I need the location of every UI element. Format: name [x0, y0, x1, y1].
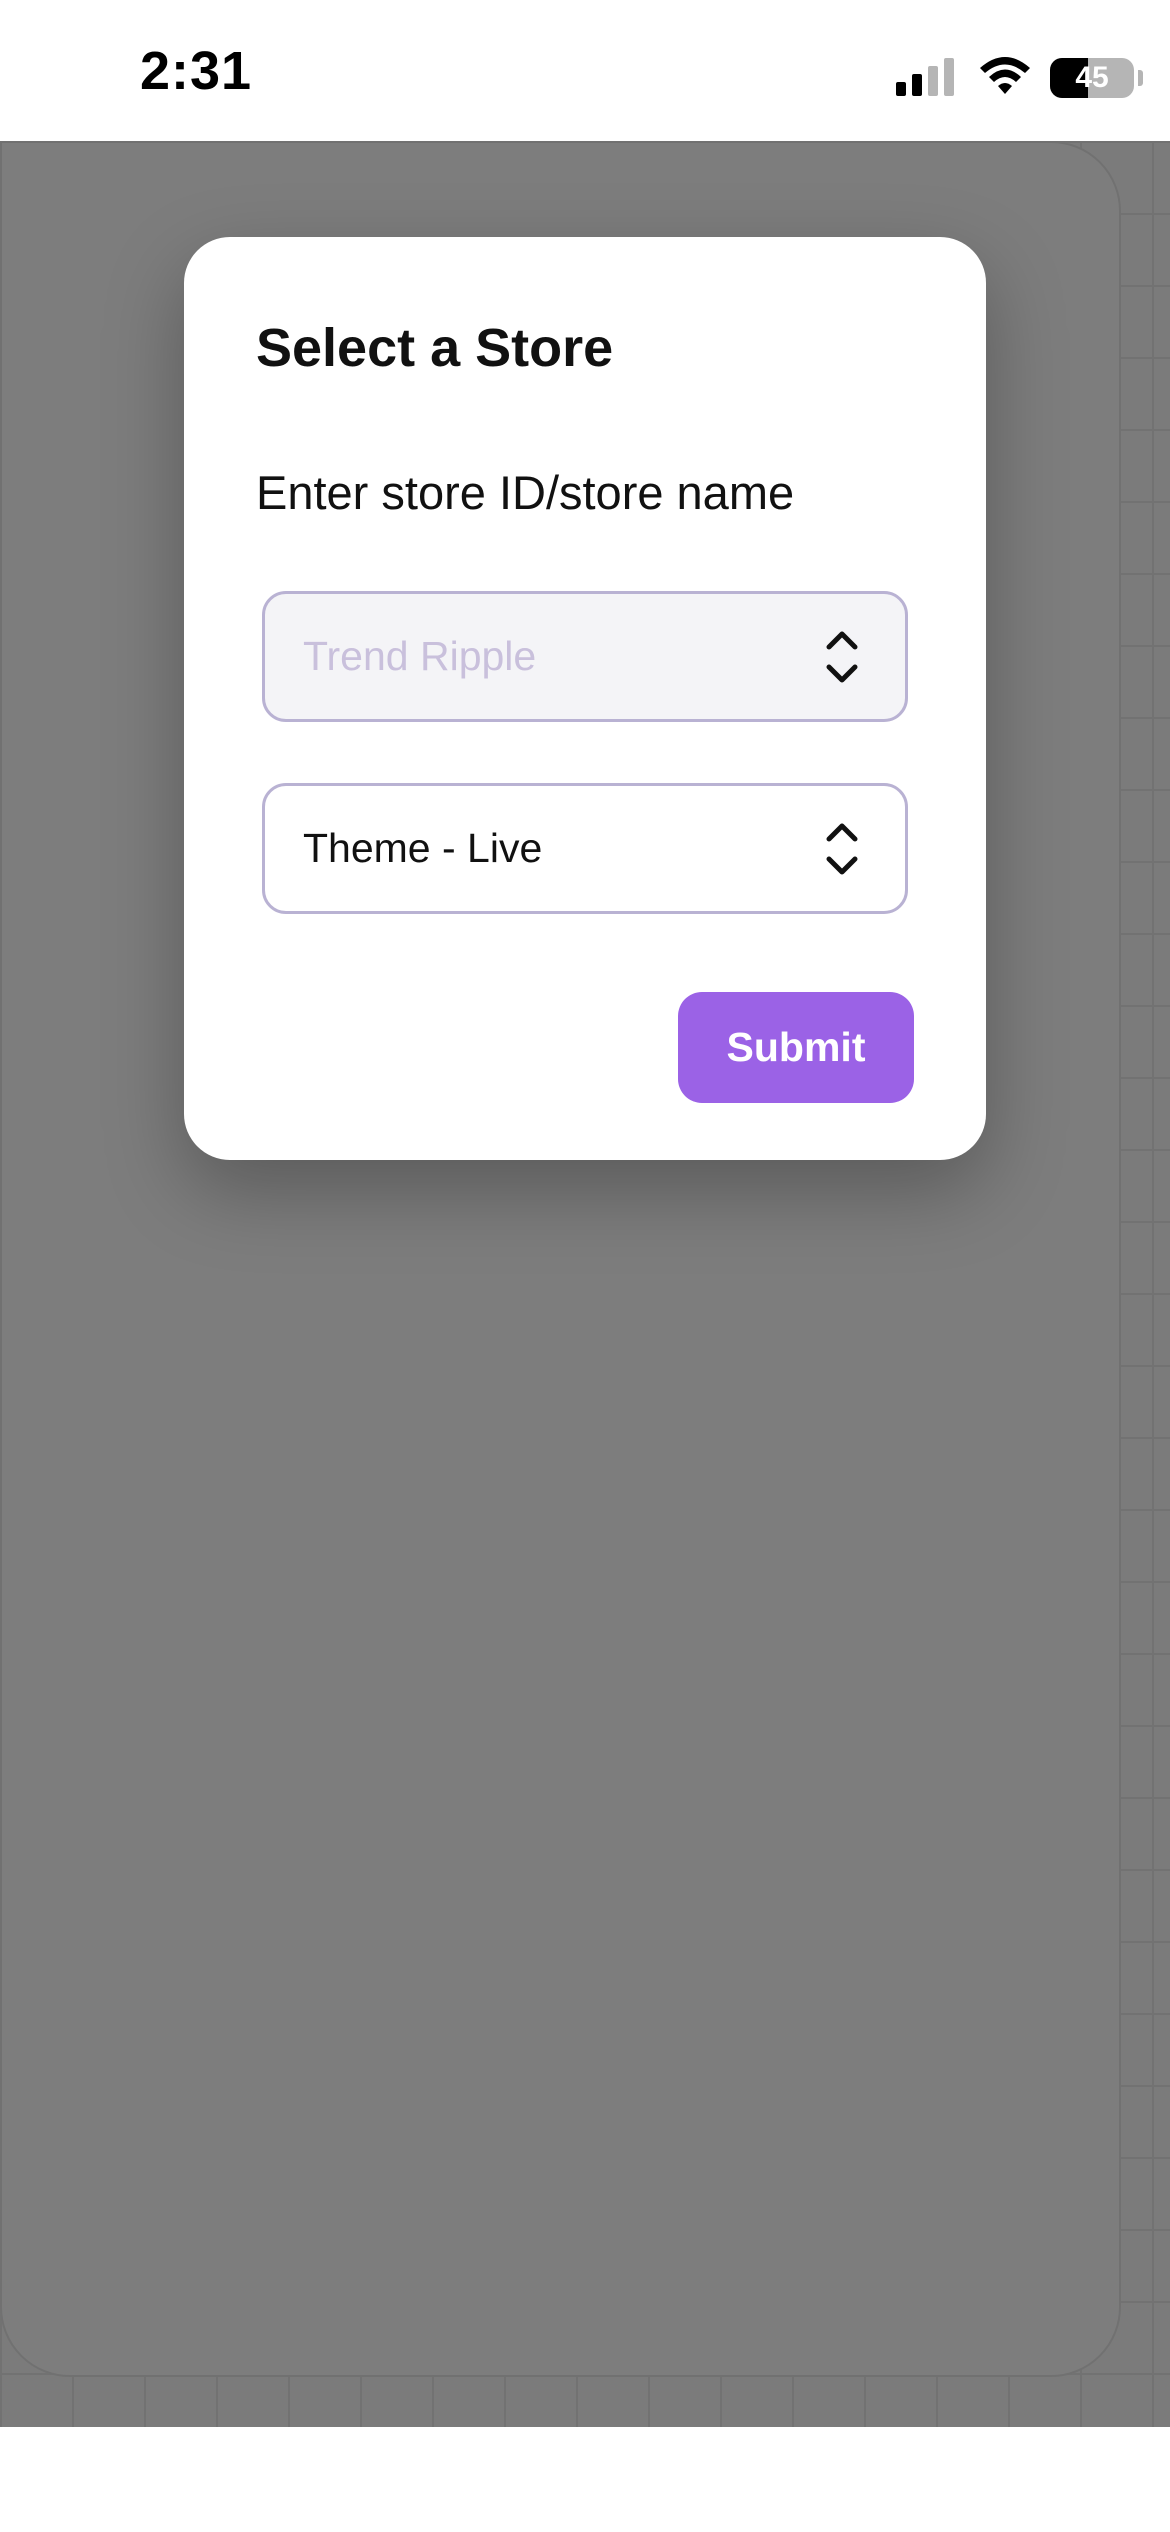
- submit-button[interactable]: Submit: [678, 992, 914, 1103]
- battery-tip: [1138, 70, 1143, 86]
- signal-icon: [896, 58, 954, 96]
- store-select-placeholder: Trend Ripple: [303, 633, 537, 679]
- status-bar: 2:31 45: [0, 0, 1170, 141]
- status-icons: 45: [870, 0, 1170, 141]
- theme-select-value: Theme - Live: [303, 825, 543, 871]
- status-time: 2:31: [140, 41, 253, 101]
- home-indicator-area: [0, 2427, 1170, 2532]
- chevron-up-down-icon: [826, 631, 858, 683]
- chevron-up-down-icon: [826, 823, 858, 875]
- store-select[interactable]: Trend Ripple: [262, 591, 908, 722]
- wifi-icon: [980, 57, 1030, 94]
- battery-icon: 45: [1050, 58, 1134, 98]
- screen: 2:31 45 Select a Store Enter store ID/st…: [0, 0, 1170, 2532]
- select-store-dialog: Select a Store Enter store ID/store name…: [184, 237, 986, 1160]
- theme-select[interactable]: Theme - Live: [262, 783, 908, 914]
- dialog-title: Select a Store: [256, 318, 614, 378]
- battery-level: 45: [1075, 61, 1109, 94]
- store-field-label: Enter store ID/store name: [256, 466, 795, 519]
